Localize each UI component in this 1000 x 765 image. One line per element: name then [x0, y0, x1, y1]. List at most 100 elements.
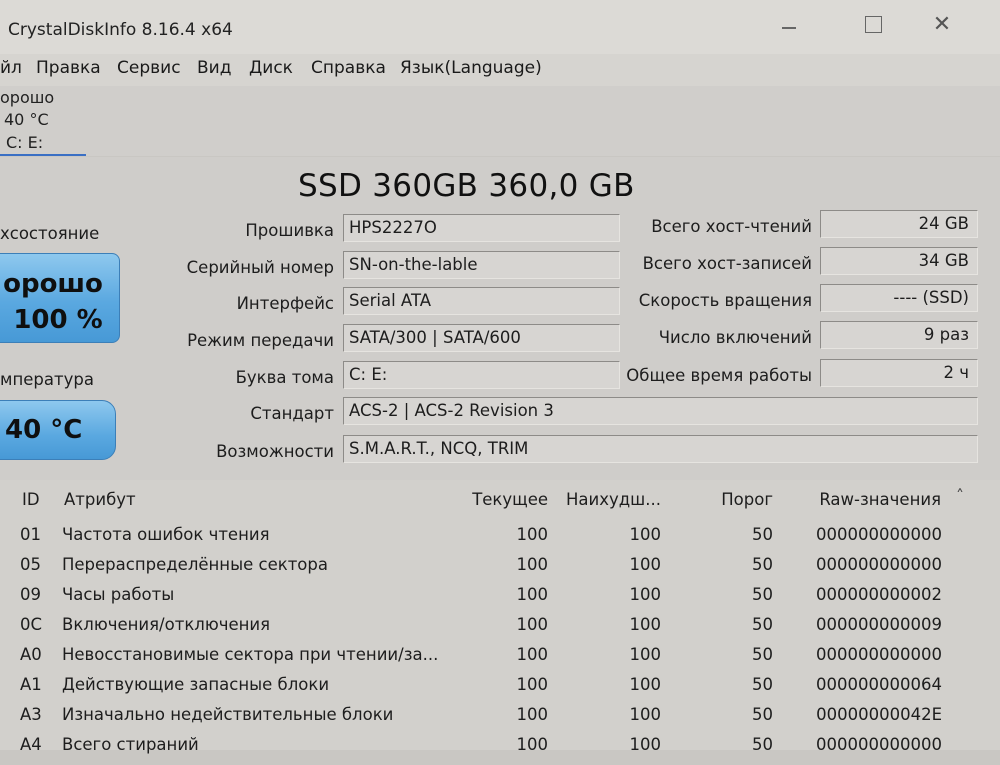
cell-attr: Часы работы	[62, 585, 175, 604]
cell-current: 100	[516, 525, 549, 544]
cell-threshold: 50	[752, 585, 773, 604]
standard-label: Стандарт	[250, 404, 334, 423]
drive-letter-label: Буква тома	[235, 368, 334, 387]
cell-current: 100	[516, 615, 549, 634]
scroll-up-chevron-icon[interactable]: ˄	[956, 486, 964, 505]
health-status-text: орошо	[3, 269, 103, 299]
minimize-icon	[782, 27, 796, 29]
cell-worst: 100	[629, 555, 662, 574]
table-row[interactable]: 05 Перераспределённые сектора 100 100 50 0000…	[0, 555, 1000, 585]
cell-attr: Частота ошибок чтения	[62, 525, 270, 544]
menu-help[interactable]: Справка	[311, 58, 386, 78]
cell-threshold: 50	[752, 555, 773, 574]
host-writes-label: Всего хост-записей	[642, 254, 812, 273]
cell-attr: Действующие запасные блоки	[62, 675, 330, 694]
menu-view[interactable]: Вид	[197, 58, 231, 78]
interface-label: Интерфейс	[236, 294, 334, 313]
serial-field: SN-on-the-lable	[343, 251, 620, 279]
menu-service[interactable]: Сервис	[117, 58, 181, 78]
cell-id: 0C	[20, 615, 43, 634]
table-row[interactable]: A3 Изначально недействительные блоки 100 10…	[0, 705, 1000, 735]
cell-raw: 000000000000	[816, 645, 942, 664]
cell-threshold: 50	[752, 615, 773, 634]
temperature-label: мпература	[0, 370, 94, 389]
cell-id: A1	[20, 675, 42, 694]
rotation-speed-field: ---- (SSD)	[820, 284, 978, 312]
cell-threshold: 50	[752, 525, 773, 544]
cell-threshold: 50	[752, 675, 773, 694]
health-percent: 100 %	[13, 305, 103, 335]
cell-raw: 000000000000	[816, 735, 942, 754]
cell-id: 01	[20, 525, 41, 544]
cell-attr: Перераспределённые сектора	[62, 555, 328, 574]
cell-raw: 00000000042E	[816, 705, 942, 724]
transfer-mode-label: Режим передачи	[187, 331, 334, 350]
cell-raw: 000000000000	[816, 525, 942, 544]
menu-file[interactable]: йл	[0, 58, 22, 78]
table-row[interactable]: 09 Часы работы 100 100 50 000000000002	[0, 585, 1000, 615]
cell-threshold: 50	[752, 645, 773, 664]
power-on-count-field: 9 раз	[820, 321, 978, 349]
menu-language[interactable]: Язык(Language)	[400, 58, 542, 78]
temperature-value: 40 °C	[5, 415, 83, 445]
menu-disk[interactable]: Диск	[249, 58, 293, 78]
column-header-worst[interactable]: Наихудш...	[566, 490, 661, 509]
cell-threshold: 50	[752, 735, 773, 754]
cell-id: A4	[20, 735, 42, 754]
cell-id: A0	[20, 645, 42, 664]
column-header-raw[interactable]: Raw-значения	[790, 490, 941, 509]
disk-tab[interactable]: орошо 40 °C C: E:	[0, 88, 86, 156]
power-on-count-label: Число включений	[658, 328, 812, 347]
table-row[interactable]: A0 Невосстановимые сектора при чтении/за.…	[0, 645, 1000, 675]
menu-edit[interactable]: Правка	[36, 58, 101, 78]
serial-label: Серийный номер	[186, 258, 334, 277]
close-icon: ✕	[932, 11, 952, 37]
table-row[interactable]: 0C Включения/отключения 100 100 50 0000000000…	[0, 615, 1000, 645]
column-header-threshold[interactable]: Порог	[680, 490, 773, 509]
host-reads-label: Всего хост-чтений	[651, 217, 812, 236]
column-header-current[interactable]: Текущее	[448, 490, 548, 509]
firmware-label: Прошивка	[245, 221, 334, 240]
maximize-button[interactable]	[844, 6, 902, 42]
health-status-badge[interactable]: орошо 100 %	[0, 253, 120, 343]
cell-raw: 000000000000	[816, 555, 942, 574]
cell-worst: 100	[629, 585, 662, 604]
cell-worst: 100	[629, 675, 662, 694]
rotation-speed-label: Скорость вращения	[638, 291, 812, 310]
cell-attr: Изначально недействительные блоки	[62, 705, 394, 724]
column-header-attribute[interactable]: Атрибут	[64, 490, 136, 509]
features-label: Возможности	[216, 442, 334, 461]
cell-worst: 100	[629, 645, 662, 664]
disk-tab-status: орошо	[0, 88, 55, 107]
column-header-id[interactable]: ID	[22, 490, 40, 509]
cell-worst: 100	[629, 705, 662, 724]
temperature-badge[interactable]: 40 °C	[0, 400, 116, 460]
host-writes-field: 34 GB	[820, 247, 978, 275]
cell-current: 100	[516, 675, 549, 694]
table-row[interactable]: A4 Всего стираний 100 100 50 000000000000	[0, 735, 1000, 765]
disk-tab-letters: C: E:	[6, 133, 44, 152]
cell-id: 05	[20, 555, 41, 574]
host-reads-field: 24 GB	[820, 210, 978, 238]
minimize-button[interactable]	[760, 6, 818, 42]
cell-attr: Включения/отключения	[62, 615, 271, 634]
health-label: хсостояние	[0, 224, 100, 243]
disk-model: SSD 360GB 360,0 GB	[298, 168, 635, 204]
cell-raw: 000000000009	[816, 615, 942, 634]
standard-field: ACS-2 | ACS-2 Revision 3	[343, 397, 978, 425]
firmware-field: HPS2227O	[343, 214, 620, 242]
disk-tab-indicator	[0, 154, 86, 156]
cell-worst: 100	[629, 525, 662, 544]
cell-id: A3	[20, 705, 42, 724]
info-panel	[0, 157, 1000, 480]
cell-current: 100	[516, 705, 549, 724]
features-field: S.M.A.R.T., NCQ, TRIM	[343, 435, 978, 463]
table-row[interactable]: 01 Частота ошибок чтения 100 100 50 000000000…	[0, 525, 1000, 555]
table-row[interactable]: A1 Действующие запасные блоки 100 100 50 0000…	[0, 675, 1000, 705]
drive-letter-field: C: E:	[343, 361, 620, 389]
close-button[interactable]: ✕	[913, 6, 971, 42]
cell-current: 100	[516, 585, 549, 604]
power-on-hours-label: Общее время работы	[626, 366, 812, 385]
cell-raw: 000000000064	[816, 675, 942, 694]
cell-threshold: 50	[752, 705, 773, 724]
